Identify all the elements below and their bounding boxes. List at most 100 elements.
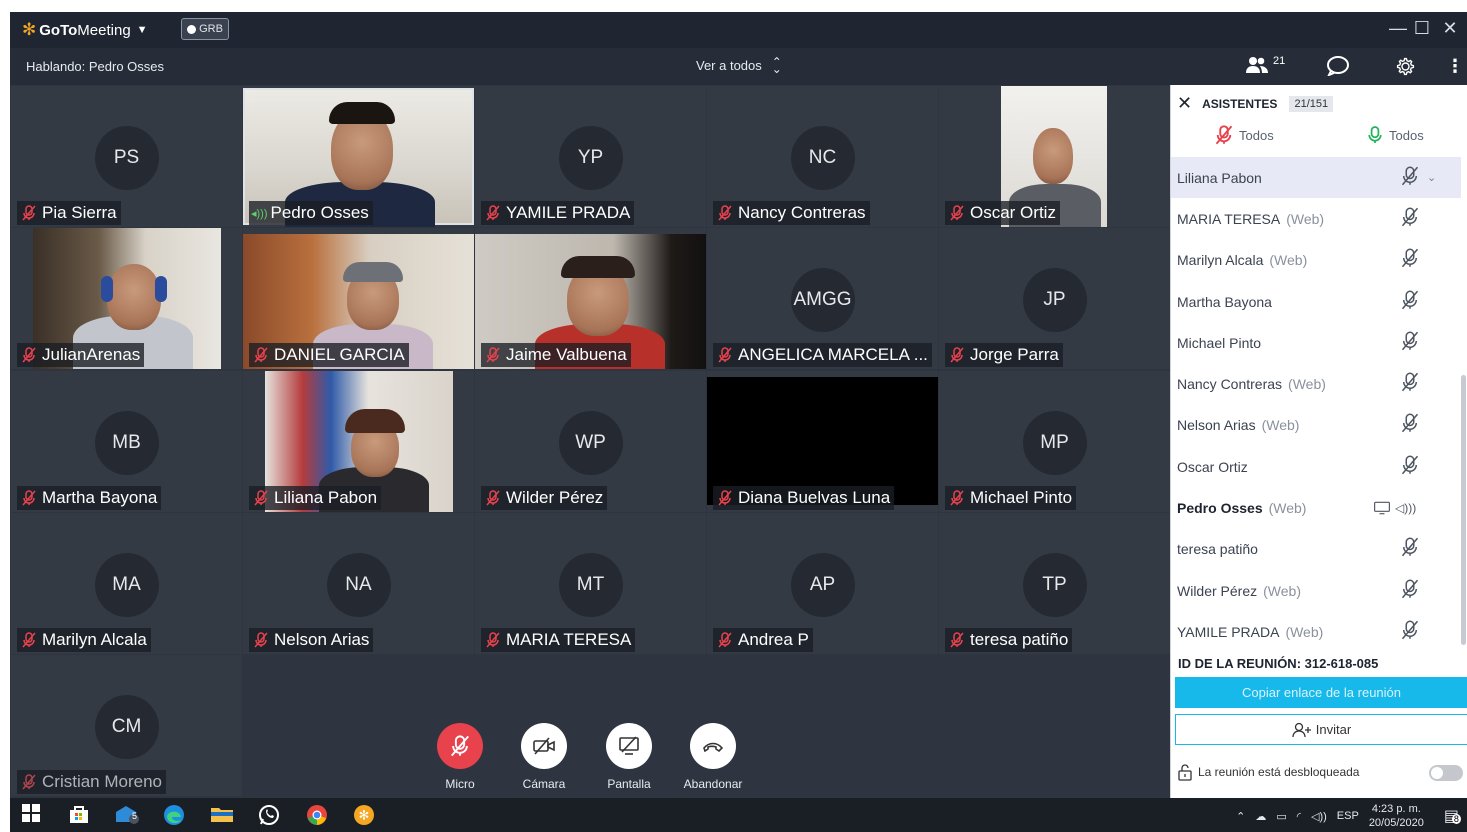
attendee-row[interactable]: Martha Bayona: [1171, 281, 1461, 322]
screen-share-button[interactable]: [606, 723, 652, 769]
input-language[interactable]: ESP: [1337, 810, 1359, 822]
video-tile-yamile-prada[interactable]: YP YAMILE PRADA: [475, 86, 706, 227]
muted-mic-icon[interactable]: [1401, 620, 1419, 644]
clock[interactable]: 4:23 p. m. 20/05/2020: [1369, 802, 1424, 830]
gotomeeting-logo-icon: ✻: [22, 20, 37, 39]
attendee-row[interactable]: teresa patiño: [1171, 529, 1461, 570]
video-tile-maria-teresa[interactable]: MT MARIA TERESA: [475, 513, 706, 654]
video-tile-nelson-arias[interactable]: NA Nelson Arias: [243, 513, 474, 654]
store-bag-icon[interactable]: [68, 804, 90, 829]
panel-header: ✕ ASISTENTES 21/151: [1177, 93, 1334, 114]
attendees-tab-button[interactable]: [1246, 56, 1268, 79]
mute-all-button[interactable]: Todos: [1215, 125, 1274, 145]
minimize-button[interactable]: —: [1387, 18, 1409, 39]
volume-icon[interactable]: ◁)): [1311, 810, 1327, 823]
video-tile-marilyn-alcala[interactable]: MA Marilyn Alcala: [11, 513, 242, 654]
video-tile-jaime-valbuena[interactable]: Jaime Valbuena: [475, 228, 706, 369]
chevron-down-icon[interactable]: ⌄: [1427, 171, 1436, 184]
muted-mic-icon[interactable]: [1401, 207, 1419, 231]
attendee-row[interactable]: Nelson Arias (Web): [1171, 405, 1461, 446]
close-icon[interactable]: ✕: [1177, 93, 1192, 114]
attendee-name: Marilyn Alcala: [1177, 252, 1264, 269]
app-logo[interactable]: ✻ GoTo Meeting ▼: [22, 20, 148, 40]
attendee-name: Wilder Pérez: [1177, 582, 1258, 599]
chevron-up-icon[interactable]: ⌃: [1236, 810, 1245, 823]
camera-control[interactable]: Cámara: [506, 723, 582, 791]
video-tile-angelica-marcela[interactable]: AMGG ANGELICA MARCELA ...: [707, 228, 938, 369]
video-tile-jorge-parra[interactable]: JP Jorge Parra: [939, 228, 1170, 369]
attendee-row[interactable]: YAMILE PRADA (Web): [1171, 611, 1461, 652]
unmute-all-button[interactable]: Todos: [1367, 125, 1424, 145]
video-tile-andrea-p[interactable]: AP Andrea P: [707, 513, 938, 654]
muted-mic-icon[interactable]: [1401, 455, 1419, 479]
camera-label: Cámara: [522, 777, 566, 791]
video-tile-martha-bayona[interactable]: MB Martha Bayona: [11, 371, 242, 512]
video-tile-wilder-perez[interactable]: WP Wilder Pérez: [475, 371, 706, 512]
windows-start-icon[interactable]: [22, 804, 40, 827]
view-all-selector[interactable]: Ver a todos ⌃ ⌄: [696, 56, 782, 75]
muted-mic-icon[interactable]: [1401, 331, 1419, 355]
camera-button[interactable]: [521, 723, 567, 769]
leave-control[interactable]: Abandonar: [675, 723, 751, 791]
attendee-list-scrollbar[interactable]: [1461, 375, 1466, 645]
copy-meeting-link-button[interactable]: Copiar enlace de la reunión: [1175, 677, 1467, 708]
avatar: AP: [790, 553, 855, 617]
cloud-icon[interactable]: ☁: [1255, 810, 1266, 823]
clock-date: 20/05/2020: [1368, 817, 1424, 829]
muted-mic-icon[interactable]: [1401, 537, 1419, 561]
avatar: WP: [558, 411, 623, 475]
attendee-row[interactable]: Oscar Ortiz: [1171, 446, 1461, 487]
more-options-icon[interactable]: ⋮: [1446, 56, 1464, 77]
record-button[interactable]: GRB: [181, 18, 229, 40]
video-tile-julian-arenas[interactable]: JulianArenas: [11, 228, 242, 369]
muted-mic-icon[interactable]: [1401, 372, 1419, 396]
maximize-button[interactable]: ☐: [1411, 18, 1433, 39]
mail-app-icon[interactable]: 5: [115, 804, 141, 829]
attendee-row[interactable]: MARIA TERESA (Web): [1171, 198, 1461, 239]
muted-mic-button[interactable]: [437, 723, 483, 769]
muted-mic-icon[interactable]: [1401, 290, 1419, 314]
edge-browser-icon[interactable]: [163, 804, 185, 831]
video-tile-teresa-patino[interactable]: TP teresa patiño: [939, 513, 1170, 654]
leave-meeting-button[interactable]: [690, 723, 736, 769]
battery-icon[interactable]: ▭: [1276, 810, 1286, 823]
chrome-icon[interactable]: [306, 804, 328, 831]
screen-share-control[interactable]: Pantalla: [591, 723, 667, 791]
muted-mic-icon[interactable]: [1401, 413, 1419, 437]
speaking-indicator: Hablando: Pedro Osses: [26, 59, 165, 74]
settings-button[interactable]: [1395, 56, 1416, 82]
gotomeeting-taskbar-icon[interactable]: ✻: [353, 804, 375, 831]
invite-button[interactable]: Invitar: [1175, 714, 1467, 745]
whatsapp-icon[interactable]: [258, 804, 280, 831]
lock-meeting-toggle[interactable]: [1429, 765, 1463, 781]
app-name-bold: GoTo: [39, 21, 78, 39]
participant-name-tag: Wilder Pérez: [481, 486, 608, 510]
attendee-row[interactable]: Liliana Pabon ⌄: [1171, 157, 1461, 199]
video-tile-nancy-contreras[interactable]: NC Nancy Contreras: [707, 86, 938, 227]
attendee-row[interactable]: Michael Pinto: [1171, 322, 1461, 363]
chevron-down-icon: ▼: [136, 24, 148, 36]
attendee-row[interactable]: Marilyn Alcala (Web): [1171, 240, 1461, 281]
video-tile-liliana-pabon[interactable]: Liliana Pabon: [243, 371, 474, 512]
muted-mic-icon[interactable]: [1401, 248, 1419, 272]
notifications-icon[interactable]: ▤8: [1444, 806, 1461, 826]
video-tile-diana-buelvas-luna[interactable]: Diana Buelvas Luna: [707, 371, 938, 512]
video-tile-daniel-garcia[interactable]: DANIEL GARCIA: [243, 228, 474, 369]
mic-control[interactable]: Micro: [422, 723, 498, 791]
muted-mic-icon[interactable]: [1401, 166, 1419, 190]
video-tile-michael-pinto[interactable]: MP Michael Pinto: [939, 371, 1170, 512]
attendee-row[interactable]: Pedro Osses (Web) ◁))): [1171, 487, 1461, 528]
video-tile-pedro-osses[interactable]: ◂))) Pedro Osses: [243, 86, 474, 227]
video-tile-oscar-ortiz[interactable]: Oscar Ortiz: [939, 86, 1170, 227]
file-explorer-icon[interactable]: [210, 804, 234, 829]
attendee-row[interactable]: Nancy Contreras (Web): [1171, 363, 1461, 404]
close-window-button[interactable]: ✕: [1439, 18, 1461, 39]
screen-presenter-icon: [1374, 501, 1390, 515]
video-tile-pia-sierra[interactable]: PS Pia Sierra: [11, 86, 242, 227]
muted-mic-icon[interactable]: [1401, 579, 1419, 603]
attendee-row[interactable]: Wilder Pérez (Web): [1171, 570, 1461, 611]
wifi-icon[interactable]: ◜: [1297, 810, 1301, 823]
chat-tab-button[interactable]: [1326, 56, 1349, 81]
presenter-indicator: ◁))): [1373, 498, 1416, 518]
video-tile-cristian-moreno[interactable]: CM Cristian Moreno: [11, 655, 242, 796]
